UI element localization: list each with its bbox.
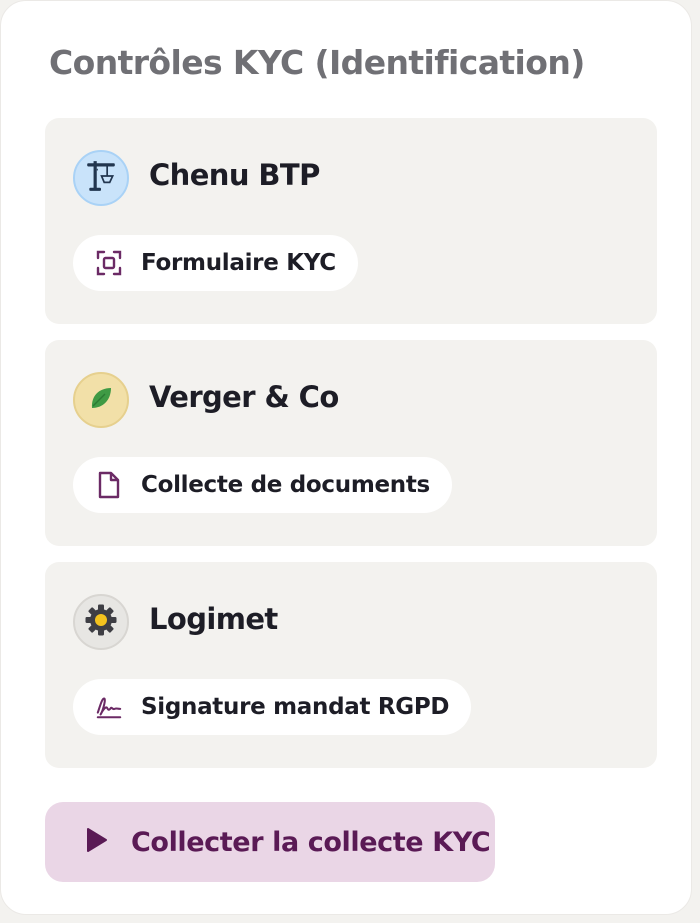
gear-icon — [84, 603, 118, 641]
task-chip-document-collection[interactable]: Collecte de documents — [73, 457, 452, 513]
scan-frame-icon — [95, 249, 123, 277]
play-icon — [85, 826, 109, 858]
task-chip-gdpr-signature[interactable]: Signature mandat RGPD — [73, 679, 472, 735]
client-name: Verger & Co — [149, 380, 339, 414]
client-avatar — [73, 594, 129, 650]
collect-kyc-label: Collecter la collecte KYC — [131, 826, 491, 858]
client-avatar — [73, 150, 129, 206]
client-card-chenu-btp: Chenu BTP Formulaire KYC — [45, 118, 657, 324]
task-label: Signature mandat RGPD — [141, 694, 450, 720]
client-name: Logimet — [149, 602, 278, 636]
client-avatar — [73, 372, 129, 428]
collect-kyc-button[interactable]: Collecter la collecte KYC — [45, 802, 495, 882]
client-card-verger-co: Verger & Co Collecte de documents — [45, 340, 657, 546]
crane-icon — [84, 159, 118, 197]
task-label: Formulaire KYC — [141, 250, 336, 276]
task-label: Collecte de documents — [141, 472, 430, 498]
kyc-panel: Contrôles KYC (Identification) Chenu BTP… — [0, 0, 692, 915]
section-title: Contrôles KYC (Identification) — [49, 43, 585, 82]
task-chip-kyc-form[interactable]: Formulaire KYC — [73, 235, 358, 291]
signature-icon — [95, 693, 123, 721]
document-icon — [95, 471, 123, 499]
leaf-icon — [87, 384, 115, 416]
client-card-logimet: Logimet Signature mandat RGPD — [45, 562, 657, 768]
client-name: Chenu BTP — [149, 158, 320, 192]
